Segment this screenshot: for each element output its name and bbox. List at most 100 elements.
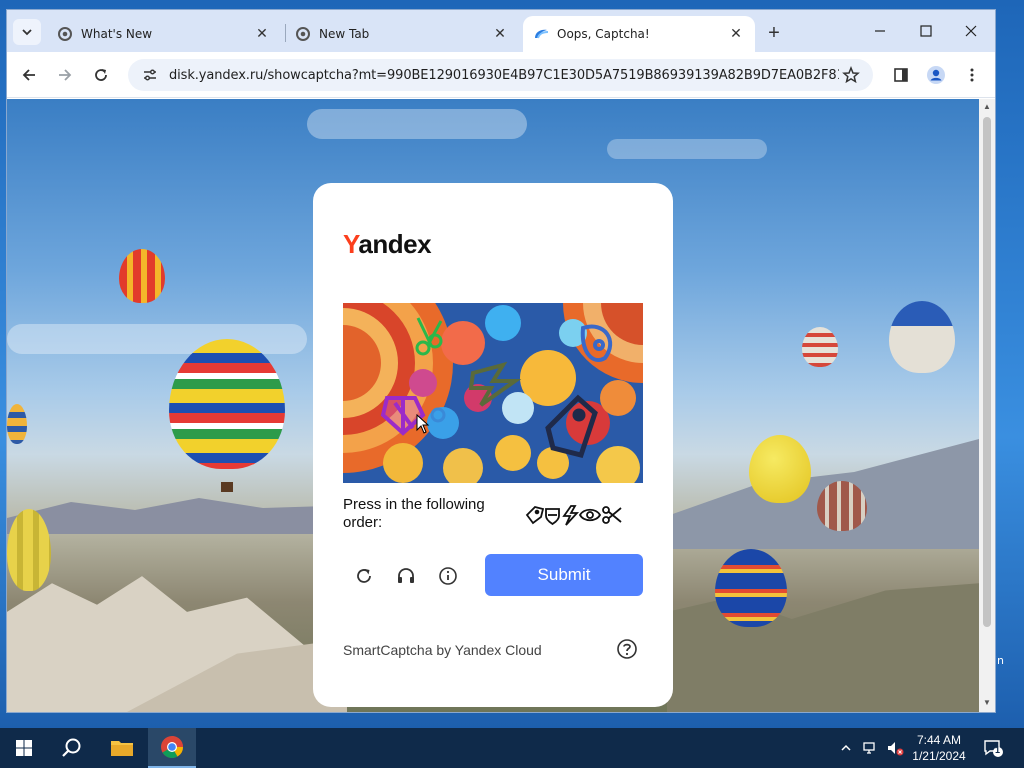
new-tab-button[interactable]: + <box>763 22 785 44</box>
search-icon <box>62 738 81 757</box>
bookmark-star-icon[interactable] <box>841 65 861 85</box>
arrow-left-icon <box>22 69 35 81</box>
taskbar: 7:44 AM 1/21/2024 1 <box>0 728 1024 768</box>
mountain-range <box>7 498 327 534</box>
address-bar[interactable]: disk.yandex.ru/showcaptcha?mt=990BE12901… <box>128 59 873 91</box>
scissors-icon <box>602 506 622 524</box>
browser-toolbar: disk.yandex.ru/showcaptcha?mt=990BE12901… <box>7 52 995 98</box>
clock-time: 7:44 AM <box>916 733 962 747</box>
chevron-down-icon <box>22 29 32 36</box>
close-window-button[interactable] <box>956 20 986 42</box>
maximize-button[interactable] <box>911 20 941 42</box>
clock-date: 1/21/2024 <box>912 749 966 763</box>
network-icon <box>863 742 875 754</box>
tab-whats-new[interactable]: What's New ✕ <box>47 16 281 52</box>
cloud <box>607 139 767 159</box>
system-clock[interactable]: 7:44 AM 1/21/2024 <box>906 732 972 764</box>
submit-button[interactable]: Submit <box>485 554 643 596</box>
eye-icon <box>578 508 602 522</box>
refresh-captcha-button[interactable] <box>351 563 377 589</box>
tab-title: Oops, Captcha! <box>557 27 650 41</box>
tab-new-tab[interactable]: New Tab ✕ <box>285 16 519 52</box>
bolt-icon <box>562 505 580 526</box>
tab-title: What's New <box>81 27 153 41</box>
chrome-favicon-icon <box>295 26 311 42</box>
page-viewport: Yandex Press in the following order: Sub… <box>7 99 979 712</box>
cloud <box>7 324 307 354</box>
scrollbar-thumb[interactable] <box>983 117 991 627</box>
url-text: disk.yandex.ru/showcaptcha?mt=990BE12901… <box>169 67 839 83</box>
back-button[interactable] <box>16 62 42 88</box>
tab-strip: What's New ✕ New Tab ✕ Oops, Captcha! ✕ … <box>7 10 995 52</box>
avatar-icon <box>927 66 945 84</box>
hot-air-balloon <box>889 301 955 373</box>
shield-icon <box>545 508 560 526</box>
captcha-instruction: Press in the following order: <box>343 496 485 531</box>
info-icon <box>439 567 457 585</box>
file-explorer-button[interactable] <box>98 728 146 768</box>
hot-air-balloon <box>817 481 867 531</box>
close-icon <box>965 25 977 37</box>
smartcaptcha-credit[interactable]: SmartCaptcha by Yandex Cloud <box>343 642 542 658</box>
yandex-disk-favicon-icon <box>533 26 549 42</box>
notifications-button[interactable]: 1 <box>980 728 1006 768</box>
hot-air-balloon <box>7 509 51 591</box>
headphones-icon <box>398 568 414 583</box>
tab-search-button[interactable] <box>13 19 41 45</box>
browser-window: What's New ✕ New Tab ✕ Oops, Captcha! ✕ … <box>7 10 995 712</box>
scroll-down-arrow[interactable]: ▼ <box>982 698 992 708</box>
browser-menu-button[interactable] <box>959 62 985 88</box>
tag-icon <box>525 506 545 525</box>
cloud <box>307 109 527 139</box>
hot-air-balloon <box>802 327 838 367</box>
minimize-button[interactable] <box>865 20 895 42</box>
captcha-card: Yandex Press in the following order: Sub… <box>313 183 673 707</box>
windows-logo-icon <box>16 740 32 756</box>
yandex-logo-letter: Y <box>343 229 359 259</box>
show-hidden-icons-button[interactable] <box>836 728 856 768</box>
start-button[interactable] <box>0 728 48 768</box>
reload-icon <box>95 69 107 81</box>
chrome-favicon-icon <box>57 26 73 42</box>
vertical-scrollbar[interactable]: ▲ ▼ <box>979 99 995 712</box>
balloon-basket <box>221 482 233 492</box>
arrow-right-icon <box>59 69 72 81</box>
close-icon[interactable]: ✕ <box>491 25 509 43</box>
folder-icon <box>111 741 133 756</box>
forward-button[interactable] <box>52 62 78 88</box>
minimize-icon <box>875 30 885 32</box>
reload-button[interactable] <box>88 62 114 88</box>
profile-button[interactable] <box>923 62 949 88</box>
network-button[interactable] <box>860 728 882 768</box>
chrome-taskbar-button[interactable] <box>148 728 196 768</box>
notification-count: 1 <box>995 745 1001 755</box>
yandex-logo-text: andex <box>358 229 432 259</box>
captcha-info-button[interactable] <box>435 563 461 589</box>
volume-button[interactable] <box>884 728 906 768</box>
hot-air-balloon <box>715 549 787 627</box>
rock-formation <box>667 583 979 712</box>
tab-oops-captcha[interactable]: Oops, Captcha! ✕ <box>523 16 755 52</box>
refresh-icon <box>357 569 371 583</box>
hot-air-balloon <box>119 249 165 303</box>
hot-air-balloon <box>169 339 285 469</box>
audio-captcha-button[interactable] <box>393 563 419 589</box>
volume-muted-icon <box>888 742 904 756</box>
hot-air-balloon <box>749 435 811 503</box>
captcha-order-icons <box>525 503 625 527</box>
taskbar-search-button[interactable] <box>48 728 96 768</box>
side-panel-icon <box>894 68 908 82</box>
side-panel-button[interactable] <box>888 62 914 88</box>
hot-air-balloon <box>7 404 27 444</box>
chrome-icon <box>161 736 183 758</box>
close-icon[interactable]: ✕ <box>253 25 271 43</box>
mouse-cursor-icon <box>416 414 430 434</box>
captcha-task-image[interactable] <box>343 303 643 483</box>
help-button[interactable] <box>616 638 638 660</box>
close-icon[interactable]: ✕ <box>727 25 745 43</box>
scroll-up-arrow[interactable]: ▲ <box>982 102 992 112</box>
tab-title: New Tab <box>319 27 370 41</box>
site-info-icon[interactable] <box>140 65 160 85</box>
yandex-logo: Yandex <box>343 229 432 260</box>
maximize-icon <box>920 25 932 37</box>
